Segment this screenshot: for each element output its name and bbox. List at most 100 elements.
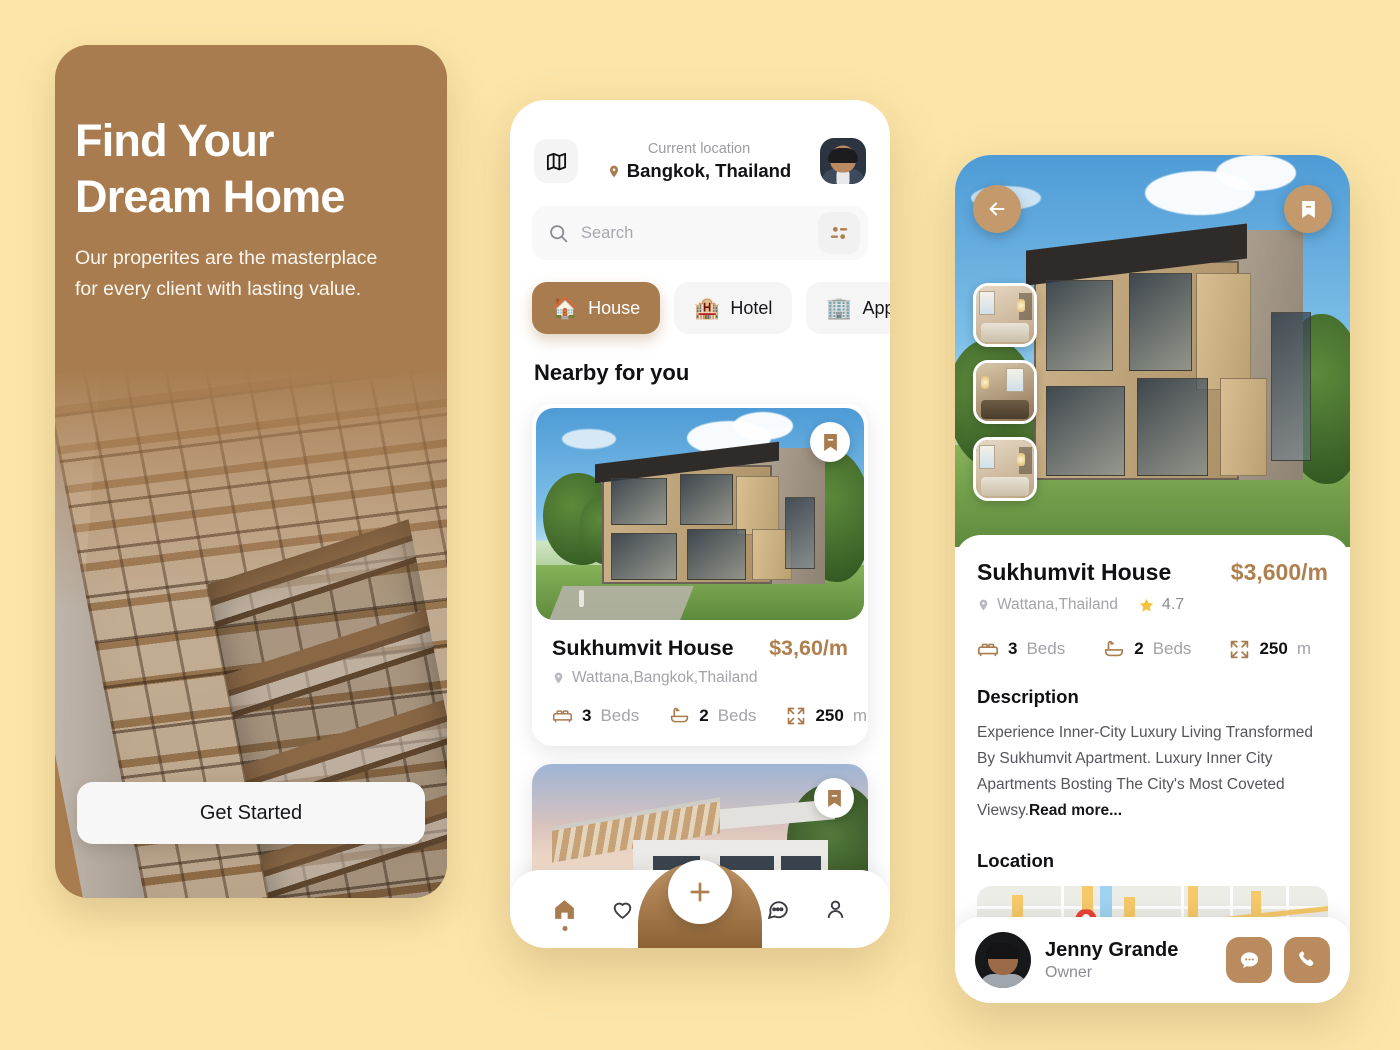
bookmark-button[interactable] <box>810 422 850 462</box>
search-bar <box>532 206 868 260</box>
category-chips: 🏠 House 🏨 Hotel 🏢 Appartment <box>510 282 890 334</box>
house-icon: 🏠 <box>552 296 579 320</box>
call-agent-button[interactable] <box>1284 937 1330 983</box>
agent-actions <box>1226 937 1330 983</box>
nav-item-favorites[interactable] <box>610 897 635 922</box>
category-chip-appartment-label: Appartment <box>862 297 890 318</box>
nav-item-messages[interactable] <box>765 897 790 922</box>
thumbnail-2[interactable] <box>973 360 1037 424</box>
get-started-button[interactable]: Get Started <box>77 782 425 844</box>
detail-title: Sukhumvit House <box>977 559 1172 585</box>
description-heading: Description <box>977 686 1079 707</box>
subcopy-line-1: Our properites are the masterplace <box>75 247 378 269</box>
house-wood-panel <box>736 475 779 536</box>
spec-beds-value: 3 <box>582 705 592 725</box>
property-card-image <box>536 408 864 620</box>
cloud <box>562 429 617 450</box>
star-icon <box>1139 598 1154 612</box>
message-agent-button[interactable] <box>1226 937 1272 983</box>
interior-photo <box>976 286 1034 344</box>
bed-icon <box>978 643 998 657</box>
thumbnail-3[interactable] <box>973 437 1037 501</box>
onboarding-panel: Find Your Dream Home Our properites are … <box>55 45 447 898</box>
spec-area: 250 m <box>786 706 867 726</box>
apartment-icon: 🏢 <box>826 296 853 320</box>
category-chip-house[interactable]: 🏠 House <box>532 282 661 334</box>
current-location-label: Current location <box>647 141 751 157</box>
person-icon <box>827 900 843 918</box>
bath-icon <box>671 707 689 723</box>
window <box>1006 367 1024 392</box>
home-screen-phone: Current location Bangkok, Thailand Searc… <box>510 100 890 948</box>
chat-bubble-icon <box>1240 951 1258 968</box>
area-expand-icon <box>788 707 805 724</box>
search-input[interactable] <box>581 223 806 243</box>
avatar[interactable] <box>820 138 866 184</box>
property-card[interactable]: Sukhumvit House $3,60/m Wattana,Bangkok,… <box>532 404 868 746</box>
property-price: $3,60/m <box>769 636 848 660</box>
house-window <box>1045 280 1113 371</box>
person <box>578 590 584 608</box>
bookmark-icon <box>1301 200 1315 218</box>
add-button[interactable] <box>668 860 732 924</box>
detail-location: Wattana,Thailand <box>977 596 1118 614</box>
category-chip-hotel-label: Hotel <box>730 297 773 318</box>
filter-button[interactable] <box>818 212 860 254</box>
avatar-hair <box>828 148 858 164</box>
lamp <box>1016 298 1025 312</box>
read-more-link[interactable]: Read more... <box>1029 802 1122 819</box>
hotel-icon: 🏨 <box>694 296 721 320</box>
property-detail-phone: Sukhumvit House $3,600/m Wattana,Thailan… <box>955 155 1350 1003</box>
description-body: Experience Inner-City Luxury Living Tran… <box>977 720 1328 824</box>
spec-baths: 2 Beds <box>1103 638 1191 660</box>
current-location-value-row[interactable]: Bangkok, Thailand <box>592 159 806 183</box>
house-window <box>686 528 746 580</box>
home-header: Current location Bangkok, Thailand <box>510 100 890 184</box>
detail-location-text: Wattana,Thailand <box>997 596 1118 613</box>
bed <box>980 323 1030 342</box>
category-chip-house-label: House <box>588 297 641 318</box>
category-chip-hotel[interactable]: 🏨 Hotel <box>674 282 793 334</box>
category-chip-appartment[interactable]: 🏢 Appartment <box>806 282 890 334</box>
hero-headline: Find Your Dream Home <box>75 113 427 225</box>
bookmark-button-2[interactable] <box>814 778 854 818</box>
spec-area-unit: m <box>1296 639 1311 658</box>
agent-role: Owner <box>1045 963 1093 981</box>
hero-copy: Find Your Dream Home Our properites are … <box>75 113 427 305</box>
spec-area-value: 250 <box>815 705 844 725</box>
location-pin-icon <box>609 165 618 177</box>
current-location-block: Current location Bangkok, Thailand <box>592 139 806 183</box>
bookmark-icon <box>827 789 841 807</box>
bookmark-button[interactable] <box>1284 185 1332 233</box>
chat-bubble-icon <box>767 900 788 919</box>
agent-avatar <box>975 932 1031 988</box>
house-window <box>1045 386 1125 477</box>
map-icon-button[interactable] <box>534 139 578 183</box>
walkway <box>548 586 694 620</box>
property-location: Wattana,Bangkok,Thailand <box>552 669 848 687</box>
house-wood-panel <box>1219 378 1268 477</box>
spec-baths-unit: Beds <box>1152 639 1192 658</box>
spec-beds: 3 Beds <box>977 638 1065 660</box>
bed-icon <box>552 710 573 723</box>
spec-baths-value: 2 <box>1134 639 1144 658</box>
spec-beds-value: 3 <box>1008 639 1018 658</box>
thumbnail-1[interactable] <box>973 283 1037 347</box>
spec-area: 250 m <box>1229 639 1311 660</box>
nav-item-profile[interactable] <box>823 897 848 922</box>
headline-line-1: Find Your <box>75 115 274 166</box>
house-window <box>1128 272 1192 371</box>
detail-specs: 3 Beds 2 Beds 250 m <box>977 638 1328 660</box>
back-button[interactable] <box>973 185 1021 233</box>
window <box>979 290 995 315</box>
spec-beds: 3 Beds <box>552 705 639 726</box>
agent-collar <box>979 974 1027 988</box>
detail-subheader: Wattana,Thailand 4.7 <box>977 596 1328 614</box>
interior-photo <box>976 440 1034 498</box>
spec-baths-unit: Beds <box>717 705 757 725</box>
spec-area-unit: m <box>852 705 867 725</box>
nav-item-home[interactable] <box>552 897 577 931</box>
house-window <box>611 533 678 580</box>
agent-name: Jenny Grande <box>1045 938 1179 961</box>
house-wood-panel <box>1195 272 1252 391</box>
